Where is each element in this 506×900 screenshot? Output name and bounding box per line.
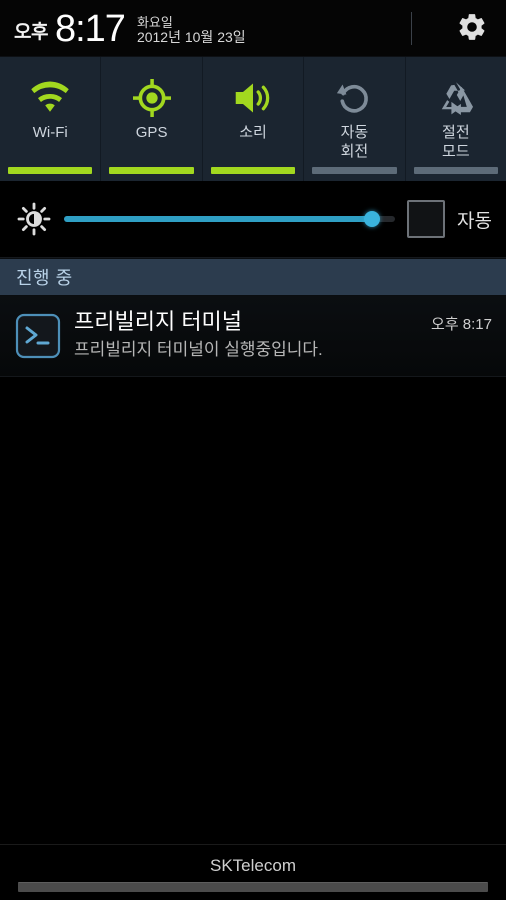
toggle-wifi[interactable]: Wi-Fi [0, 57, 102, 181]
toggle-gps[interactable]: GPS [101, 57, 203, 181]
terminal-icon [14, 312, 62, 360]
notification-panel: 오후 8:17 화요일 2012년 10월 23일 Wi-Fi GPS 소리 자… [0, 0, 506, 900]
ongoing-section-header: 진행 중 [0, 258, 506, 296]
header-divider [411, 12, 412, 45]
toggle-state-bar-powersave [413, 167, 499, 174]
clock-time: 8:17 [54, 7, 126, 50]
toggle-label-wifi: Wi-Fi [32, 124, 68, 141]
toggle-state-bar-wifi [8, 167, 93, 174]
slider-fill [64, 216, 372, 222]
toggle-state-bar-sound [210, 167, 296, 174]
toggle-label-autorotate: 자동 회전 [340, 124, 369, 160]
panel-footer: SKTelecom [0, 844, 506, 900]
panel-header: 오후 8:17 화요일 2012년 10월 23일 [0, 0, 506, 57]
panel-drag-handle[interactable] [18, 882, 488, 892]
quick-settings-row: Wi-Fi GPS 소리 자동 회전 절전 모드 [0, 57, 506, 181]
gps-icon [132, 75, 172, 121]
carrier-label: SKTelecom [210, 856, 296, 875]
toggle-powersave[interactable]: 절전 모드 [406, 57, 506, 181]
brightness-icon [14, 202, 54, 236]
brightness-row: 자동 [0, 181, 506, 258]
notification-title: 프리빌리지 터미널 [74, 309, 243, 334]
toggle-label-sound: 소리 [239, 124, 267, 141]
notification-body: 프리빌리지 터미널 오후 8:17 프리빌리지 터미널이 실행중입니다. [74, 308, 492, 362]
date-block: 화요일 2012년 10월 23일 [137, 15, 246, 45]
notification-list: 프리빌리지 터미널 오후 8:17 프리빌리지 터미널이 실행중입니다. [0, 296, 506, 844]
toggle-state-bar-gps [109, 167, 194, 174]
toggle-label-powersave: 절전 모드 [442, 124, 470, 160]
clock-ampm: 오후 [14, 21, 48, 43]
auto-brightness-checkbox[interactable] [407, 200, 446, 238]
wifi-icon [28, 75, 72, 121]
rotate-icon [335, 75, 373, 121]
notification-item[interactable]: 프리빌리지 터미널 오후 8:17 프리빌리지 터미널이 실행중입니다. [0, 296, 506, 377]
toggle-label-gps: GPS [135, 124, 168, 141]
notification-top-row: 프리빌리지 터미널 오후 8:17 [74, 308, 492, 336]
gear-icon [456, 11, 488, 48]
settings-button[interactable] [452, 10, 492, 48]
date-weekday: 화요일 [136, 14, 173, 30]
date-full: 2012년 10월 23일 [136, 28, 246, 45]
toggle-state-bar-autorotate [312, 167, 397, 174]
toggle-sound[interactable]: 소리 [203, 57, 305, 181]
notification-time: 오후 8:17 [431, 316, 492, 333]
power-save-icon [436, 75, 476, 121]
toggle-autorotate[interactable]: 자동 회전 [304, 57, 406, 181]
brightness-slider[interactable] [64, 207, 396, 231]
sound-icon [231, 75, 275, 121]
slider-thumb[interactable] [363, 211, 380, 227]
ongoing-section-title: 진행 중 [16, 268, 73, 288]
notification-text: 프리빌리지 터미널이 실행중입니다. [74, 340, 323, 359]
auto-brightness-label: 자동 [457, 210, 492, 232]
